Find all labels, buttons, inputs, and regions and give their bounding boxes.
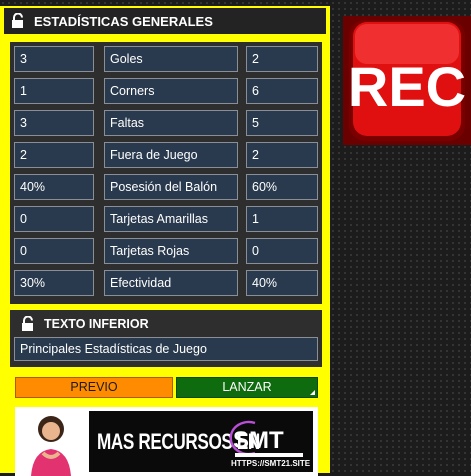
stat-row-efectividad: 30% Efectividad 40% xyxy=(10,270,322,298)
stat-label[interactable]: Tarjetas Rojas xyxy=(104,238,238,264)
stat-label[interactable]: Faltas xyxy=(104,110,238,136)
stat-left-value[interactable]: 1 xyxy=(14,78,94,104)
stat-label[interactable]: Tarjetas Amarillas xyxy=(104,206,238,232)
smt-logo-text: SMT xyxy=(233,427,284,454)
stat-left-value[interactable]: 40% xyxy=(14,174,94,200)
rec-label: REC xyxy=(348,55,466,118)
stat-right-value[interactable]: 40% xyxy=(246,270,318,296)
lower-text-title: TEXTO INFERIOR xyxy=(44,316,149,331)
stat-label[interactable]: Efectividad xyxy=(104,270,238,296)
rec-button[interactable]: REC xyxy=(343,16,471,145)
lower-text-input[interactable]: Principales Estadísticas de Juego xyxy=(14,337,318,361)
stat-right-value[interactable]: 0 xyxy=(246,238,318,264)
stat-right-value[interactable]: 60% xyxy=(246,174,318,200)
stat-right-value[interactable]: 6 xyxy=(246,78,318,104)
stat-left-value[interactable]: 0 xyxy=(14,238,94,264)
promo-banner[interactable]: MAS RECURSOS EN SMT HTTPS://SMT21.SITE xyxy=(15,407,318,476)
stat-label[interactable]: Goles xyxy=(104,46,238,72)
stat-label[interactable]: Fuera de Juego xyxy=(104,142,238,168)
lower-text-header: TEXTO INFERIOR xyxy=(10,310,322,337)
stat-left-value[interactable]: 30% xyxy=(14,270,94,296)
previo-button[interactable]: PREVIO xyxy=(15,377,173,398)
panel-title: ESTADÍSTICAS GENERALES xyxy=(34,13,213,29)
lanzar-button[interactable]: LANZAR xyxy=(176,377,318,398)
stat-row-goles: 3 Goles 2 xyxy=(10,46,322,74)
stat-right-value[interactable]: 1 xyxy=(246,206,318,232)
stat-left-value[interactable]: 3 xyxy=(14,110,94,136)
unlock-icon[interactable] xyxy=(10,12,26,29)
smt-logo: SMT xyxy=(225,415,315,464)
person-illustration xyxy=(31,416,71,476)
banner-url: HTTPS://SMT21.SITE xyxy=(231,459,311,468)
stat-right-value[interactable]: 2 xyxy=(246,46,318,72)
stat-left-value[interactable]: 2 xyxy=(14,142,94,168)
stats-table: 3 Goles 2 1 Corners 6 3 Faltas 5 2 Fuera… xyxy=(10,42,322,304)
stat-label[interactable]: Posesión del Balón xyxy=(104,174,238,200)
statistics-panel: ESTADÍSTICAS GENERALES 3 Goles 2 1 Corne… xyxy=(0,6,330,476)
stat-right-value[interactable]: 5 xyxy=(246,110,318,136)
stat-left-value[interactable]: 0 xyxy=(14,206,94,232)
stat-row-corners: 1 Corners 6 xyxy=(10,78,322,106)
stat-label[interactable]: Corners xyxy=(104,78,238,104)
panel-header: ESTADÍSTICAS GENERALES xyxy=(4,8,326,34)
unlock-icon[interactable] xyxy=(20,315,36,332)
lower-text-section: TEXTO INFERIOR Principales Estadísticas … xyxy=(10,310,322,367)
stat-row-posesion: 40% Posesión del Balón 60% xyxy=(10,174,322,202)
stat-row-tarjetas-amarillas: 0 Tarjetas Amarillas 1 xyxy=(10,206,322,234)
stat-right-value[interactable]: 2 xyxy=(246,142,318,168)
stat-row-fuera-de-juego: 2 Fuera de Juego 2 xyxy=(10,142,322,170)
stat-row-faltas: 3 Faltas 5 xyxy=(10,110,322,138)
stat-row-tarjetas-rojas: 0 Tarjetas Rojas 0 xyxy=(10,238,322,266)
stat-left-value[interactable]: 3 xyxy=(14,46,94,72)
